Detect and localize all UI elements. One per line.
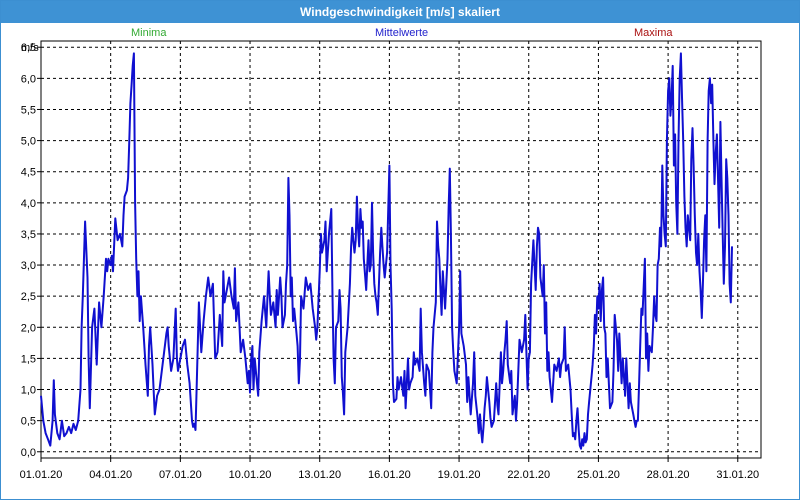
- x-tick-label: 01.01.20: [20, 469, 63, 481]
- x-tick-label: 07.01.20: [159, 469, 202, 481]
- x-tick-label: 31.01.20: [716, 469, 759, 481]
- x-tick-label: 16.01.20: [368, 469, 411, 481]
- chart-window: Windgeschwindigkeit [m/s] skaliert Minim…: [0, 0, 800, 500]
- y-tick-label: 2,5: [21, 291, 36, 303]
- x-tick-label: 10.01.20: [229, 469, 272, 481]
- x-tick-label: 22.01.20: [507, 469, 550, 481]
- y-tick-label: 1,5: [21, 353, 36, 365]
- x-tick-label: 28.01.20: [647, 469, 690, 481]
- y-tick-label: 4,0: [21, 198, 36, 210]
- y-tick-label: 0,0: [21, 447, 36, 459]
- y-tick-label: 3,0: [21, 260, 36, 272]
- y-tick-label: 0,5: [21, 416, 36, 428]
- y-tick-label: 2,0: [21, 322, 36, 334]
- line-chart: 0,00,51,01,52,02,53,03,54,04,55,05,56,06…: [20, 40, 762, 481]
- y-tick-label: 3,5: [21, 229, 36, 241]
- y-tick-label: 5,5: [21, 104, 36, 116]
- y-axis-unit: m/s: [21, 42, 39, 54]
- y-tick-label: 4,5: [21, 167, 36, 179]
- y-tick-label: 6,0: [21, 73, 36, 85]
- x-tick-label: 19.01.20: [438, 469, 481, 481]
- y-tick-label: 5,0: [21, 136, 36, 148]
- x-tick-label: 25.01.20: [577, 469, 620, 481]
- plot-area: [40, 40, 762, 459]
- x-tick-label: 04.01.20: [89, 469, 132, 481]
- x-tick-label: 13.01.20: [298, 469, 341, 481]
- y-tick-label: 1,0: [21, 385, 36, 397]
